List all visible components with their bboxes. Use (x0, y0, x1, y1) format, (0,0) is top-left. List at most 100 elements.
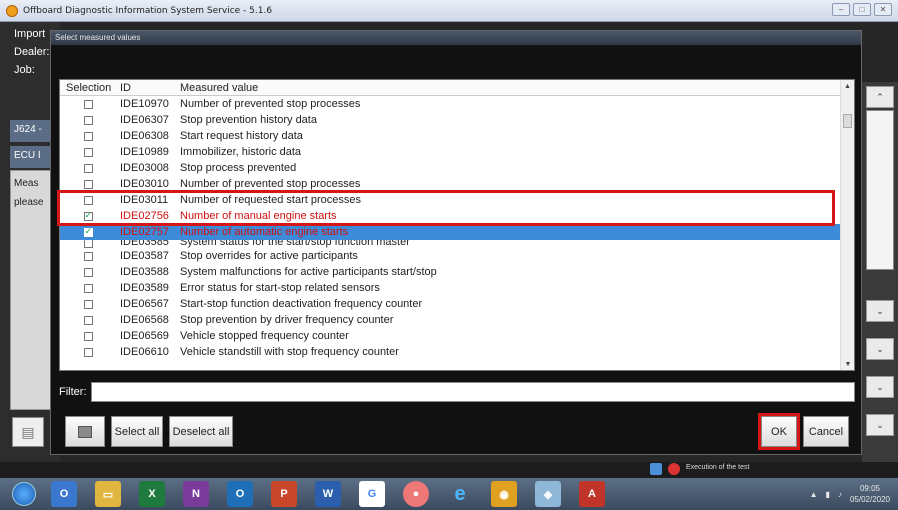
tray-arrow-icon[interactable]: ▲ (810, 490, 818, 499)
row-checkbox[interactable] (83, 99, 93, 109)
row-id: IDE10970 (120, 98, 169, 110)
outlook-mail-icon[interactable]: O (227, 481, 253, 507)
row-checkbox[interactable] (83, 195, 93, 205)
scroll-up-button[interactable]: ⌃ (866, 86, 894, 108)
row-measured-value: Number of requested start processes (180, 194, 361, 206)
acrobat-icon[interactable]: A (579, 481, 605, 507)
row-checkbox[interactable] (83, 347, 93, 357)
selection-cell (60, 267, 116, 277)
row-checkbox[interactable] (83, 163, 93, 173)
row-checkbox[interactable] (83, 131, 93, 141)
row-checkbox[interactable] (83, 267, 93, 277)
header-selection[interactable]: Selection (60, 82, 116, 94)
header-measured-value[interactable]: Measured value (178, 82, 854, 94)
chrome-google-icon[interactable]: G (359, 481, 385, 507)
dialog-header-band (51, 45, 861, 73)
file-explorer-icon[interactable]: ▭ (95, 481, 121, 507)
selection-cell (60, 251, 116, 261)
network-icon[interactable]: ◈ (535, 481, 561, 507)
table-row[interactable]: IDE02756 Number of manual engine starts (60, 208, 854, 224)
tray-volume-icon[interactable]: ♪ (838, 490, 842, 499)
internet-explorer-icon[interactable]: e (447, 481, 473, 507)
row-id: IDE03008 (120, 162, 169, 174)
measured-values-table: Selection ID Measured value IDE10970 Numb… (59, 79, 855, 371)
table-row[interactable]: IDE06308 Start request history data (60, 128, 854, 144)
selection-cell (60, 347, 116, 357)
selection-cell (60, 283, 116, 293)
row-checkbox[interactable] (83, 251, 93, 261)
table-row[interactable]: IDE03008 Stop process prevented (60, 160, 854, 176)
document-button[interactable]: ▤ (12, 417, 44, 447)
onenote-icon[interactable]: N (183, 481, 209, 507)
table-row[interactable]: IDE03011 Number of requested start proces… (60, 192, 854, 208)
status-text: Execution of the test (686, 464, 750, 471)
scroll-down-arrow-icon[interactable]: ▼ (841, 358, 854, 370)
row-measured-value: Start-stop function deactivation frequen… (180, 298, 423, 310)
cancel-button[interactable]: Cancel (803, 416, 849, 447)
row-id: IDE03585 (120, 240, 169, 248)
tray-network-icon[interactable]: ▮ (826, 490, 830, 499)
table-row[interactable]: IDE06567 Start-stop function deactivation… (60, 296, 854, 312)
filter-label: Filter: (59, 386, 87, 398)
expand-button-1[interactable]: ⌄ (866, 300, 894, 322)
info-icon (650, 463, 662, 475)
row-checkbox[interactable] (83, 299, 93, 309)
scroll-thumb[interactable] (843, 114, 852, 128)
stop-icon[interactable] (668, 463, 680, 475)
table-row[interactable]: IDE06569 Vehicle stopped frequency counte… (60, 328, 854, 344)
expand-button-2[interactable]: ⌄ (866, 338, 894, 360)
expand-button-4[interactable]: ⌄ (866, 414, 894, 436)
row-checkbox[interactable] (83, 179, 93, 189)
row-checkbox[interactable] (83, 283, 93, 293)
filter-input[interactable] (91, 382, 855, 402)
row-id: IDE03589 (120, 282, 169, 294)
row-checkbox[interactable] (83, 147, 93, 157)
table-row[interactable]: IDE10970 Number of prevented stop process… (60, 96, 854, 112)
selection-cell (60, 299, 116, 309)
powerpoint-icon[interactable]: P (271, 481, 297, 507)
table-row[interactable]: IDE06610 Vehicle standstill with stop fre… (60, 344, 854, 360)
odis-icon[interactable]: ◉ (491, 481, 517, 507)
close-button[interactable]: ✕ (874, 3, 892, 16)
table-header: Selection ID Measured value (60, 80, 854, 96)
row-checkbox[interactable] (83, 331, 93, 341)
row-id: IDE03011 (120, 194, 169, 206)
table-scrollbar[interactable]: ▲ ▼ (840, 80, 854, 370)
clock[interactable]: 09:05 05/02/2020 (850, 483, 890, 505)
row-checkbox[interactable] (83, 210, 93, 221)
row-checkbox[interactable] (83, 240, 93, 248)
chrome-icon[interactable]: ● (403, 481, 429, 507)
selection-cell (60, 331, 116, 341)
row-checkbox[interactable] (83, 315, 93, 325)
outlook-icon[interactable]: O (51, 481, 77, 507)
row-measured-value: Stop prevention history data (180, 114, 317, 126)
row-id: IDE06568 (120, 314, 169, 326)
table-row[interactable]: IDE06568 Stop prevention by driver freque… (60, 312, 854, 328)
deselect-all-button[interactable]: Deselect all (169, 416, 233, 447)
minimize-button[interactable]: – (832, 3, 850, 16)
row-id: IDE03010 (120, 178, 169, 190)
scroll-up-arrow-icon[interactable]: ▲ (841, 80, 854, 94)
table-row[interactable]: IDE02757 Number of automatic engine start… (60, 224, 854, 240)
table-row[interactable]: IDE03587 Stop overrides for active partic… (60, 248, 854, 264)
table-row[interactable]: IDE03588 System malfunctions for active p… (60, 264, 854, 280)
row-id: IDE06308 (120, 130, 169, 142)
excel-icon[interactable]: X (139, 481, 165, 507)
table-row[interactable]: IDE03589 Error status for start-stop rela… (60, 280, 854, 296)
select-all-button[interactable]: Select all (111, 416, 163, 447)
table-row[interactable]: IDE06307 Stop prevention history data (60, 112, 854, 128)
maximize-button[interactable]: □ (853, 3, 871, 16)
export-icon-button[interactable] (65, 416, 105, 447)
word-icon[interactable]: W (315, 481, 341, 507)
table-row[interactable]: IDE03585 System status for the start/stop… (60, 240, 854, 248)
row-checkbox[interactable] (83, 226, 93, 237)
expand-button-3[interactable]: ⌄ (866, 376, 894, 398)
clock-date: 05/02/2020 (849, 495, 890, 504)
table-row[interactable]: IDE10989 Immobilizer, historic data (60, 144, 854, 160)
table-row[interactable]: IDE03010 Number of prevented stop process… (60, 176, 854, 192)
selection-cell (60, 226, 116, 237)
header-id[interactable]: ID (116, 82, 178, 94)
start-button[interactable] (12, 482, 36, 506)
ok-button[interactable]: OK (758, 413, 800, 450)
row-checkbox[interactable] (83, 115, 93, 125)
